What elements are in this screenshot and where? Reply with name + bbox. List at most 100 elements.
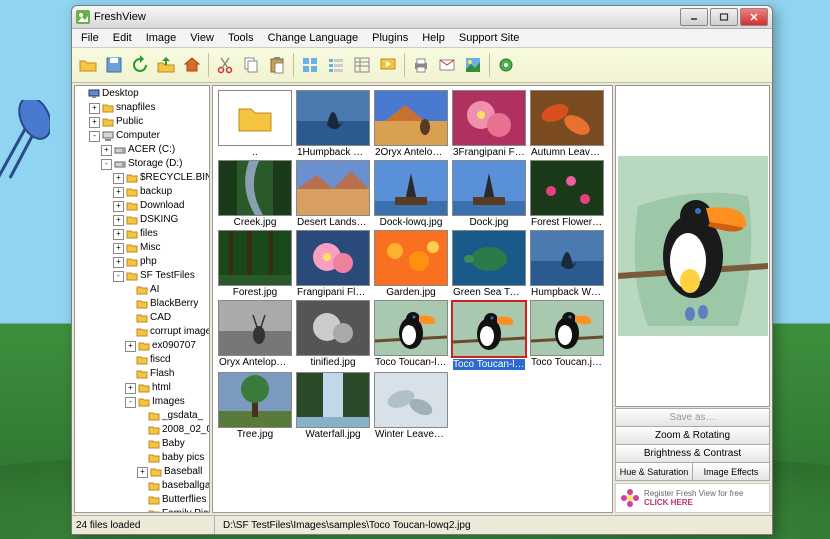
tree-node[interactable]: corrupt images xyxy=(77,325,209,339)
thumbnail-cell[interactable]: Toco Toucan.jpg xyxy=(529,300,605,370)
thumbnail-cell[interactable]: Autumn Leaves.jpg xyxy=(529,90,605,158)
minimize-button[interactable] xyxy=(680,8,708,26)
paste-icon[interactable] xyxy=(265,53,289,77)
tree-node[interactable]: Desktop xyxy=(77,87,209,101)
up-icon[interactable] xyxy=(154,53,178,77)
folder-tree[interactable]: Desktop+snapfiles+Public-Computer+ACER (… xyxy=(74,85,210,513)
thumbnail-cell[interactable]: 3Frangipani Flo...jpg xyxy=(451,90,527,158)
thumbnail-cell[interactable]: Creek.jpg xyxy=(217,160,293,228)
plugin-icon[interactable] xyxy=(494,53,518,77)
thumbnail-cell[interactable]: Forest Flowers.jpg xyxy=(529,160,605,228)
thumbnail-cell[interactable]: Dock.jpg xyxy=(451,160,527,228)
slideshow-icon[interactable] xyxy=(376,53,400,77)
expand-icon[interactable]: + xyxy=(113,229,124,240)
thumbnail-cell[interactable]: Garden.jpg xyxy=(373,230,449,298)
tree-node[interactable]: +html xyxy=(77,381,209,395)
tree-node[interactable]: +snapfiles xyxy=(77,101,209,115)
tree-node[interactable]: +DSKING xyxy=(77,213,209,227)
tree-node[interactable]: +Public xyxy=(77,115,209,129)
menu-change-language[interactable]: Change Language xyxy=(261,30,366,46)
tree-node[interactable]: +ex090707 xyxy=(77,339,209,353)
expand-icon[interactable]: + xyxy=(101,145,112,156)
wallpaper-icon[interactable] xyxy=(461,53,485,77)
tree-node[interactable]: +files xyxy=(77,227,209,241)
zoom-rotating-button[interactable]: Zoom & Rotating xyxy=(615,426,770,445)
tree-node[interactable]: baby pics xyxy=(77,451,209,465)
thumbnail-pane[interactable]: ..1Humpback W...jpg2Oryx Antelope.jpg3Fr… xyxy=(212,85,613,513)
thumbnail-cell[interactable]: Green Sea Turtle.jpg xyxy=(451,230,527,298)
expand-icon[interactable]: + xyxy=(89,103,100,114)
tree-node[interactable]: +Baseball xyxy=(77,465,209,479)
expand-icon[interactable]: + xyxy=(89,117,100,128)
thumbnail-cell[interactable]: Humpback Wh...jpg xyxy=(529,230,605,298)
maximize-button[interactable] xyxy=(710,8,738,26)
tree-node[interactable]: fiscd xyxy=(77,353,209,367)
tree-node[interactable]: Butterflies xyxy=(77,493,209,507)
expand-icon[interactable]: + xyxy=(125,383,136,394)
tree-node[interactable]: +$RECYCLE.BIN xyxy=(77,171,209,185)
refresh-icon[interactable] xyxy=(128,53,152,77)
thumbnail-cell[interactable]: Frangipani Flow...jpg xyxy=(295,230,371,298)
menu-view[interactable]: View xyxy=(183,30,221,46)
tree-node[interactable]: +ACER (C:) xyxy=(77,143,209,157)
expand-icon[interactable]: + xyxy=(113,187,124,198)
menu-file[interactable]: File xyxy=(74,30,106,46)
tree-node[interactable]: CAD xyxy=(77,311,209,325)
copy-icon[interactable] xyxy=(239,53,263,77)
tree-node[interactable]: Baby xyxy=(77,437,209,451)
tree-node[interactable]: +Misc xyxy=(77,241,209,255)
tree-node[interactable]: -Computer xyxy=(77,129,209,143)
list-view-icon[interactable] xyxy=(324,53,348,77)
disk-icon[interactable] xyxy=(102,53,126,77)
close-button[interactable] xyxy=(740,8,768,26)
expand-icon[interactable]: + xyxy=(113,257,124,268)
expand-icon[interactable]: + xyxy=(125,341,136,352)
thumbnail-cell[interactable]: Waterfall.jpg xyxy=(295,372,371,440)
expand-icon[interactable]: + xyxy=(137,467,148,478)
tab-image-effects[interactable]: Image Effects xyxy=(692,462,770,481)
register-promo[interactable]: Register Fresh View for free CLICK HERE xyxy=(615,483,770,513)
titlebar[interactable]: FreshView xyxy=(72,6,772,29)
menu-tools[interactable]: Tools xyxy=(221,30,261,46)
detail-view-icon[interactable] xyxy=(350,53,374,77)
thumbnail-cell[interactable]: 1Humpback W...jpg xyxy=(295,90,371,158)
tree-node[interactable]: BlackBerry xyxy=(77,297,209,311)
collapse-icon[interactable]: - xyxy=(89,131,100,142)
collapse-icon[interactable]: - xyxy=(113,271,124,282)
expand-icon[interactable]: + xyxy=(113,243,124,254)
menu-image[interactable]: Image xyxy=(139,30,184,46)
tree-node[interactable]: -Images xyxy=(77,395,209,409)
menu-support-site[interactable]: Support Site xyxy=(452,30,527,46)
tree-node[interactable]: Flash xyxy=(77,367,209,381)
thumbnail-cell[interactable]: 2Oryx Antelope.jpg xyxy=(373,90,449,158)
tree-node[interactable]: +Download xyxy=(77,199,209,213)
expand-icon[interactable]: + xyxy=(113,201,124,212)
expand-icon[interactable]: + xyxy=(113,173,124,184)
folder-open-icon[interactable] xyxy=(76,53,100,77)
expand-icon[interactable]: + xyxy=(113,215,124,226)
thumbnail-cell[interactable]: Toco Toucan-lo...jpg xyxy=(373,300,449,370)
thumbnail-cell[interactable]: Forest.jpg xyxy=(217,230,293,298)
tree-node[interactable]: AI xyxy=(77,283,209,297)
save-as-button[interactable]: Save as… xyxy=(615,408,770,427)
thumbnail-cell[interactable]: Toco Toucan-lo...jpg xyxy=(451,300,527,370)
tree-node[interactable]: 2008_02_02 xyxy=(77,423,209,437)
thumbnail-cell[interactable]: Desert Landsca...jpg xyxy=(295,160,371,228)
tree-node[interactable]: _gsdata_ xyxy=(77,409,209,423)
menu-edit[interactable]: Edit xyxy=(106,30,139,46)
home-icon[interactable] xyxy=(180,53,204,77)
thumbnail-cell[interactable]: Dock-lowq.jpg xyxy=(373,160,449,228)
thumbnail-cell[interactable]: Tree.jpg xyxy=(217,372,293,440)
collapse-icon[interactable]: - xyxy=(101,159,112,170)
mail-icon[interactable] xyxy=(435,53,459,77)
thumbnail-cell[interactable]: .. xyxy=(217,90,293,158)
thumbnail-cell[interactable]: Winter Leaves.jpg xyxy=(373,372,449,440)
cut-icon[interactable] xyxy=(213,53,237,77)
tree-node[interactable]: -Storage (D:) xyxy=(77,157,209,171)
tree-node[interactable]: -SF TestFiles xyxy=(77,269,209,283)
tab-hue-saturation[interactable]: Hue & Saturation xyxy=(615,462,693,481)
menu-plugins[interactable]: Plugins xyxy=(365,30,415,46)
brightness-contrast-button[interactable]: Brightness & Contrast xyxy=(615,444,770,463)
print-icon[interactable] xyxy=(409,53,433,77)
tree-node[interactable]: baseballgame xyxy=(77,479,209,493)
